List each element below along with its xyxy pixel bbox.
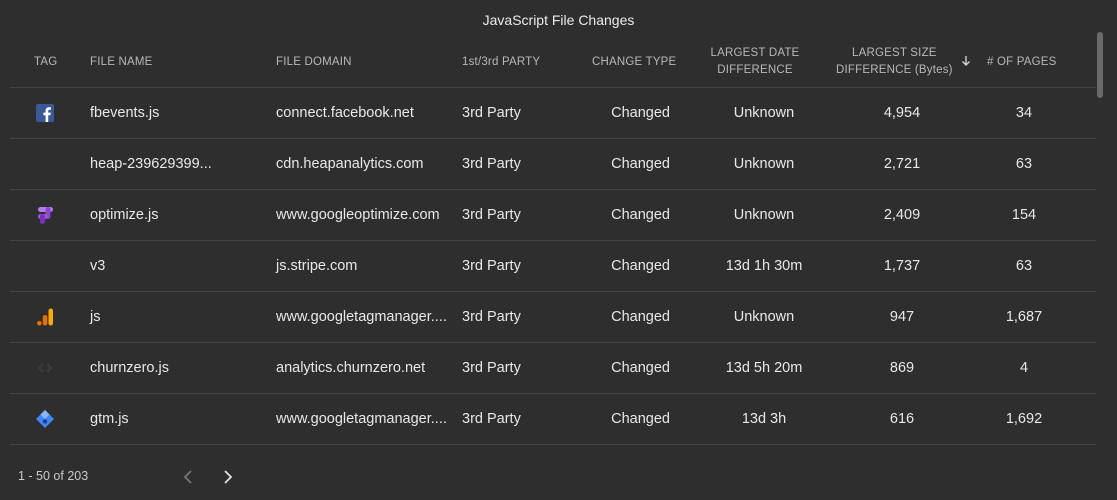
table-title: JavaScript File Changes: [482, 12, 635, 28]
party: 3rd Party: [462, 105, 521, 121]
size-diff: 616: [889, 411, 915, 427]
table-row[interactable]: js www.googletagmanager.... 3rd Party Ch…: [10, 291, 1096, 342]
pages-count: 34: [1015, 105, 1033, 121]
party: 3rd Party: [462, 258, 521, 274]
date-diff: 13d 1h 30m: [725, 258, 803, 274]
change-type: Changed: [611, 309, 670, 325]
date-diff: 13d 5h 20m: [725, 360, 803, 376]
tag-cell: [34, 241, 56, 291]
size-diff: 4,954: [883, 105, 921, 121]
file-domain: www.googleoptimize.com: [276, 207, 440, 223]
party: 3rd Party: [462, 309, 521, 325]
column-header-size-diff[interactable]: LARGEST SIZE DIFFERENCE (Bytes): [836, 36, 971, 88]
table-row[interactable]: churnzero.js analytics.churnzero.net 3rd…: [10, 342, 1096, 393]
file-name: gtm.js: [90, 411, 129, 427]
pages-count: 63: [1015, 156, 1033, 172]
date-diff: Unknown: [733, 156, 795, 172]
column-header-file-domain[interactable]: FILE DOMAIN: [276, 36, 352, 88]
prev-page-button[interactable]: [178, 466, 198, 488]
file-domain: analytics.churnzero.net: [276, 360, 426, 376]
churnzero-icon: [37, 363, 53, 373]
tag-cell: [34, 190, 56, 240]
scrollbar-thumb[interactable]: [1097, 32, 1103, 98]
change-type: Changed: [611, 156, 670, 172]
change-type: Changed: [611, 411, 670, 427]
pagination-range: 1 - 50 of 203: [18, 469, 89, 483]
table-body: fbevents.js connect.facebook.net 3rd Par…: [10, 87, 1096, 445]
file-name: js: [90, 309, 101, 325]
table-row[interactable]: optimize.js www.googleoptimize.com 3rd P…: [10, 189, 1096, 240]
facebook-icon: [36, 104, 54, 122]
size-diff: 947: [889, 309, 915, 325]
date-diff: Unknown: [733, 207, 795, 223]
pages-count: 63: [1015, 258, 1033, 274]
arrow-down-icon[interactable]: [961, 54, 971, 71]
column-header-date-diff-line2: DIFFERENCE: [717, 64, 793, 76]
file-domain: cdn.heapanalytics.com: [276, 156, 424, 172]
file-name: heap-239629399...: [90, 156, 212, 172]
table-row[interactable]: fbevents.js connect.facebook.net 3rd Par…: [10, 87, 1096, 138]
tag-cell: [34, 394, 56, 444]
change-type: Changed: [611, 258, 670, 274]
change-type: Changed: [611, 105, 670, 121]
file-name: optimize.js: [90, 207, 159, 223]
table-row[interactable]: v3 js.stripe.com 3rd Party Changed 13d 1…: [10, 240, 1096, 291]
column-header-size-diff-line1: LARGEST SIZE: [852, 47, 937, 59]
size-diff: 2,721: [883, 156, 921, 172]
party: 3rd Party: [462, 207, 521, 223]
file-name: churnzero.js: [90, 360, 169, 376]
table-row[interactable]: gtm.js www.googletagmanager.... 3rd Part…: [10, 393, 1096, 445]
pages-count: 1,692: [1005, 411, 1043, 427]
column-header-party[interactable]: 1st/3rd PARTY: [462, 36, 540, 88]
change-type: Changed: [611, 207, 670, 223]
column-header-change-type[interactable]: CHANGE TYPE: [592, 36, 676, 88]
change-type: Changed: [611, 360, 670, 376]
size-diff: 1,737: [883, 258, 921, 274]
date-diff: Unknown: [733, 309, 795, 325]
pages-count: 4: [1019, 360, 1029, 376]
party: 3rd Party: [462, 360, 521, 376]
size-diff: 869: [889, 360, 915, 376]
file-domain: js.stripe.com: [276, 258, 358, 274]
column-header-date-diff-line1: LARGEST DATE: [710, 47, 800, 59]
file-domain: www.googletagmanager....: [276, 309, 447, 325]
date-diff: Unknown: [733, 105, 795, 121]
chevron-left-icon: [183, 470, 192, 484]
pages-count: 1,687: [1005, 309, 1043, 325]
chevron-right-icon: [224, 470, 233, 484]
file-name: fbevents.js: [90, 105, 160, 121]
google-tag-manager-icon: [36, 410, 54, 428]
tag-cell: [34, 139, 56, 189]
column-header-file-name[interactable]: FILE NAME: [90, 36, 153, 88]
column-header-size-diff-line2: DIFFERENCE (Bytes): [836, 64, 953, 76]
tag-cell: [34, 88, 56, 138]
google-analytics-icon: [37, 308, 53, 326]
column-header-tag[interactable]: TAG: [34, 36, 57, 88]
file-name: v3: [90, 258, 106, 274]
column-header-date-diff[interactable]: LARGEST DATE DIFFERENCE: [700, 36, 810, 88]
file-domain: connect.facebook.net: [276, 105, 414, 121]
size-diff: 2,409: [883, 207, 921, 223]
party: 3rd Party: [462, 156, 521, 172]
date-diff: 13d 3h: [741, 411, 787, 427]
tag-cell: [34, 343, 56, 393]
tag-cell: [34, 292, 56, 342]
pages-count: 154: [1011, 207, 1037, 223]
next-page-button[interactable]: [218, 466, 238, 488]
party: 3rd Party: [462, 411, 521, 427]
column-header-pages[interactable]: # OF PAGES: [987, 36, 1057, 88]
google-optimize-icon: [38, 207, 53, 224]
file-domain: www.googletagmanager....: [276, 411, 447, 427]
table-row[interactable]: heap-239629399... cdn.heapanalytics.com …: [10, 138, 1096, 189]
